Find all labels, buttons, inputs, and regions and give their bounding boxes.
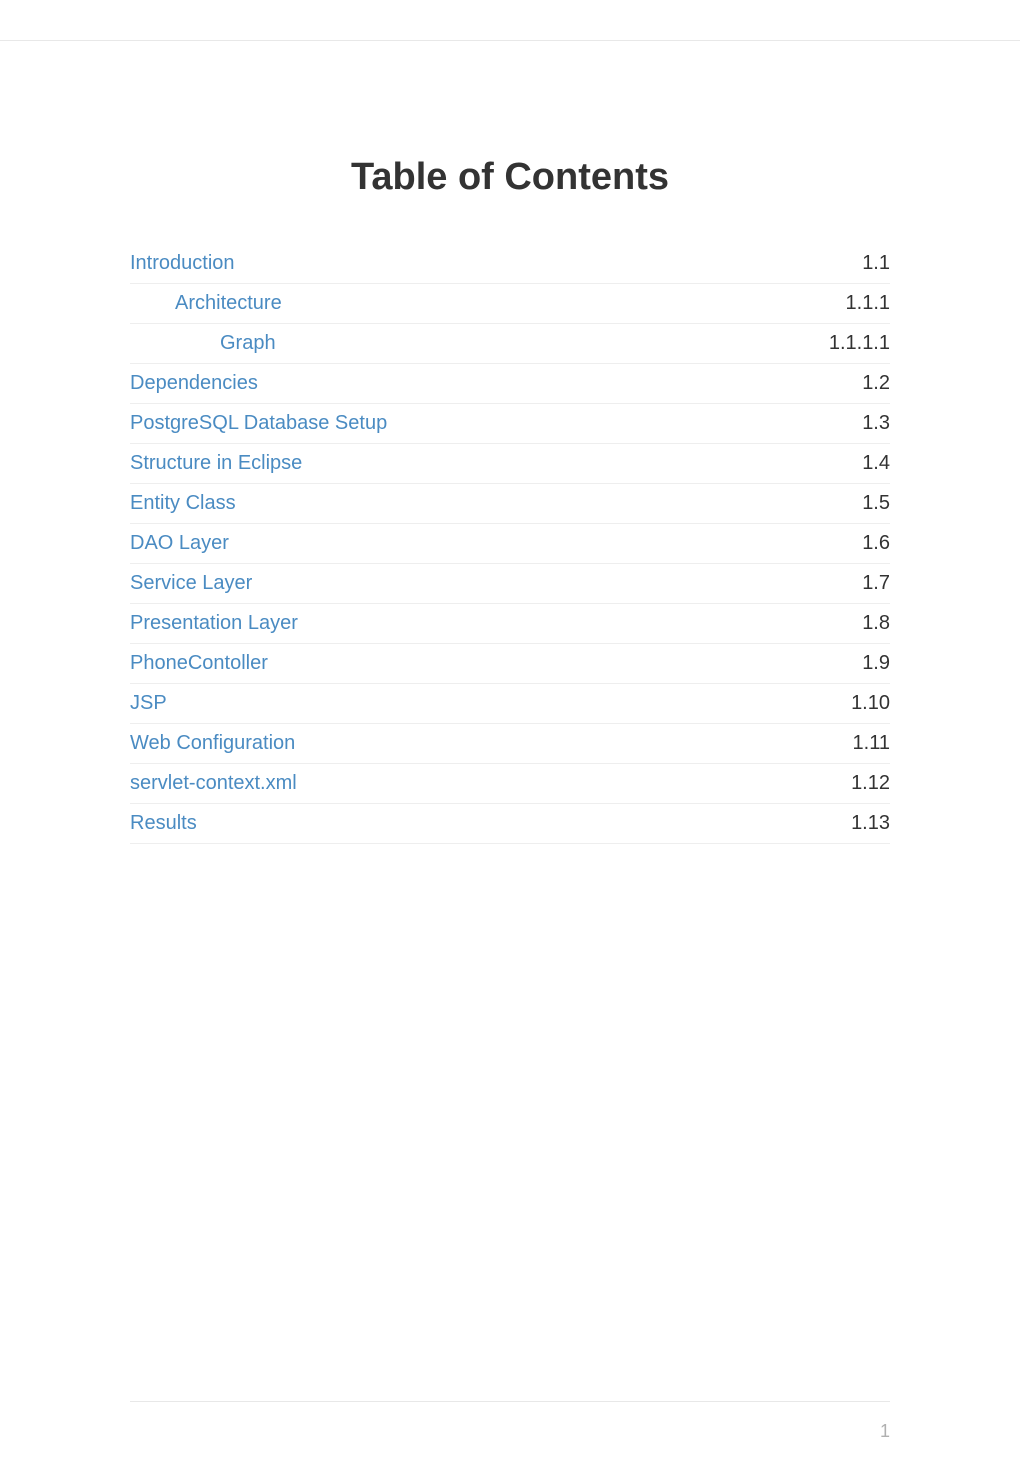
- toc-link[interactable]: Service Layer: [130, 572, 252, 595]
- toc-link[interactable]: Presentation Layer: [130, 612, 298, 635]
- toc-item: Service Layer 1.7: [130, 564, 890, 604]
- footer-divider: [130, 1401, 890, 1402]
- toc-item: Presentation Layer 1.8: [130, 604, 890, 644]
- toc-item: Architecture 1.1.1: [130, 284, 890, 324]
- toc-item: Results 1.13: [130, 804, 890, 844]
- toc-link[interactable]: Dependencies: [130, 372, 258, 395]
- page-number: 1: [880, 1421, 890, 1442]
- toc-link[interactable]: PhoneContoller: [130, 652, 268, 675]
- toc-item: Entity Class 1.5: [130, 484, 890, 524]
- toc-number: 1.13: [851, 812, 890, 835]
- toc-number: 1.2: [862, 372, 890, 395]
- toc-link[interactable]: Web Configuration: [130, 732, 295, 755]
- toc-number: 1.8: [862, 612, 890, 635]
- toc-link[interactable]: DAO Layer: [130, 532, 229, 555]
- toc-item: Dependencies 1.2: [130, 364, 890, 404]
- toc-item: JSP 1.10: [130, 684, 890, 724]
- toc-item: Web Configuration 1.11: [130, 724, 890, 764]
- toc-number: 1.1: [862, 252, 890, 275]
- toc-number: 1.11: [853, 732, 890, 755]
- toc-list: Introduction 1.1 Architecture 1.1.1 Graph 1.1…: [130, 244, 890, 844]
- toc-item: servlet-context.xml 1.12: [130, 764, 890, 804]
- toc-link[interactable]: Structure in Eclipse: [130, 452, 302, 475]
- toc-number: 1.3: [862, 412, 890, 435]
- toc-item: PostgreSQL Database Setup 1.3: [130, 404, 890, 444]
- toc-number: 1.10: [851, 692, 890, 715]
- toc-link[interactable]: Graph: [220, 332, 276, 355]
- toc-item: Graph 1.1.1.1: [130, 324, 890, 364]
- toc-number: 1.4: [862, 452, 890, 475]
- toc-link[interactable]: Entity Class: [130, 492, 236, 515]
- toc-number: 1.6: [862, 532, 890, 555]
- toc-item: Structure in Eclipse 1.4: [130, 444, 890, 484]
- toc-link[interactable]: Architecture: [175, 292, 282, 315]
- toc-item: DAO Layer 1.6: [130, 524, 890, 564]
- toc-link[interactable]: Introduction: [130, 252, 235, 275]
- toc-number: 1.1.1: [846, 292, 890, 315]
- toc-item: PhoneContoller 1.9: [130, 644, 890, 684]
- document-page: Table of Contents Introduction 1.1 Archite…: [0, 40, 1020, 1442]
- toc-number: 1.7: [862, 572, 890, 595]
- toc-number: 1.9: [862, 652, 890, 675]
- toc-item: Introduction 1.1: [130, 244, 890, 284]
- toc-number: 1.1.1.1: [829, 332, 890, 355]
- toc-link[interactable]: Results: [130, 812, 197, 835]
- toc-link[interactable]: PostgreSQL Database Setup: [130, 412, 387, 435]
- toc-number: 1.12: [851, 772, 890, 795]
- toc-number: 1.5: [862, 492, 890, 515]
- toc-link[interactable]: servlet-context.xml: [130, 772, 297, 795]
- page-title: Table of Contents: [130, 156, 890, 199]
- toc-link[interactable]: JSP: [130, 692, 167, 715]
